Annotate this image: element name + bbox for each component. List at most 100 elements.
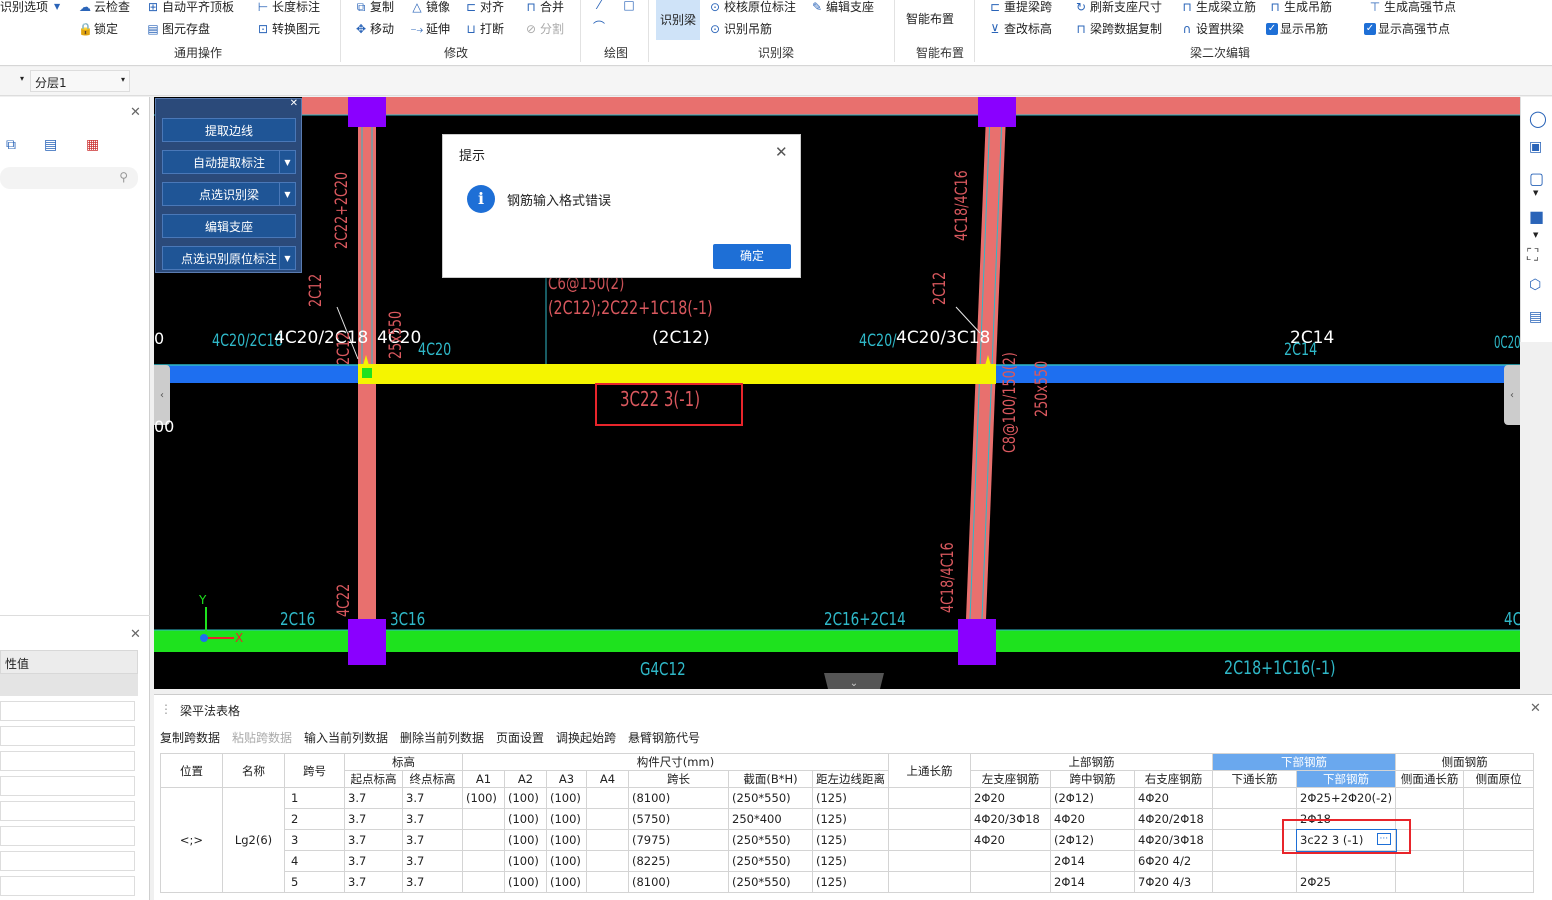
table-cell[interactable]: (125) <box>812 787 889 809</box>
table-cell[interactable]: 1 <box>284 787 345 809</box>
table-cell[interactable]: (125) <box>812 850 889 872</box>
table-cell[interactable] <box>462 829 505 851</box>
table-cell[interactable] <box>970 871 1051 893</box>
table-cell[interactable]: 2 <box>284 808 345 830</box>
cell-position[interactable]: <;> <box>160 787 223 893</box>
table-cell[interactable]: 2Φ20 <box>970 787 1051 809</box>
table-cell[interactable]: 3.7 <box>402 787 463 809</box>
table-cell[interactable]: (100) <box>504 871 547 893</box>
align-button[interactable]: ⊏ 对齐 <box>464 0 504 15</box>
right-collapse-handle[interactable]: ‹ <box>1504 365 1520 425</box>
prop-input[interactable] <box>0 751 135 771</box>
recognize-options-button[interactable]: 识别选项 ▼ <box>0 0 64 15</box>
table-cell[interactable]: 2Φ25+2Φ20(-2) <box>1295 787 1397 809</box>
prop-input[interactable] <box>0 851 135 871</box>
span-copy-button[interactable]: ⊓ 梁跨数据复制 <box>1074 20 1162 37</box>
cloud-check-button[interactable]: ☁ 云检查 <box>78 0 130 15</box>
table-cell[interactable]: (100) <box>546 829 587 851</box>
table-cell[interactable]: 3.7 <box>344 871 403 893</box>
table-cell[interactable] <box>462 871 505 893</box>
table-cell[interactable]: 4Φ20/2Φ18 <box>1134 808 1213 830</box>
recognize-hanger-button[interactable]: ⊙ 识别吊筋 <box>708 20 772 37</box>
column-purple[interactable] <box>348 97 386 127</box>
table-cell[interactable] <box>1463 787 1535 809</box>
refresh-support-button[interactable]: ↻ 刷新支座尺寸 <box>1074 0 1162 15</box>
save-element-button[interactable]: ▤ 图元存盘 <box>146 20 210 37</box>
table-cell[interactable]: (250*550) <box>728 787 813 809</box>
table-cell[interactable]: 2Φ14 <box>1050 871 1135 893</box>
table-cell[interactable]: 3.7 <box>344 850 403 872</box>
length-dimension-button[interactable]: ⊢ 长度标注 <box>256 0 320 15</box>
table-cell[interactable]: (250*550) <box>728 829 813 851</box>
convert-element-button[interactable]: ⊡ 转换图元 <box>256 20 320 37</box>
table-cell[interactable]: (125) <box>812 871 889 893</box>
move-button[interactable]: ✥ 移动 <box>354 20 394 37</box>
3d-view-icon[interactable]: ▣ <box>1529 139 1542 155</box>
table-cell[interactable] <box>1212 787 1297 809</box>
table-cell[interactable]: 3.7 <box>344 787 403 809</box>
table-cell[interactable] <box>462 850 505 872</box>
edit-support-button[interactable]: ✎ 编辑支座 <box>810 0 874 15</box>
table-cell[interactable]: (2Φ12) <box>1050 829 1135 851</box>
beam-selected-yellow[interactable] <box>358 364 996 384</box>
chevron-down-icon[interactable]: ▼ <box>279 183 295 205</box>
tree-view-icon[interactable]: ⧉ <box>6 137 16 153</box>
table-cell[interactable]: 3 <box>284 829 345 851</box>
lock-button[interactable]: 🔒 锁定 <box>78 20 118 37</box>
search-input[interactable]: ⚲ <box>0 167 138 189</box>
solid-cube-icon[interactable]: ■ <box>1529 207 1544 226</box>
rect-draw-icon[interactable]: □ <box>622 0 636 12</box>
extract-edge-button[interactable]: 提取边线 <box>162 118 296 142</box>
merge-button[interactable]: ⊓ 合并 <box>524 0 564 15</box>
table-cell[interactable] <box>586 871 629 893</box>
cube-icon[interactable]: ▢ <box>1529 169 1544 188</box>
copy-button[interactable]: ⧉ 复制 <box>354 0 394 15</box>
mirror-button[interactable]: △ 镜像 <box>410 0 450 15</box>
cantilever-code-button[interactable]: 悬臂钢筋代号 <box>628 729 700 746</box>
table-cell[interactable]: (100) <box>504 829 547 851</box>
properties-icon[interactable]: ▤ <box>1529 309 1542 325</box>
close-icon[interactable]: ✕ <box>1530 701 1541 716</box>
table-cell[interactable]: (8100) <box>628 871 729 893</box>
table-cell[interactable]: (7975) <box>628 829 729 851</box>
paste-span-data-button[interactable]: 粘贴跨数据 <box>232 729 292 746</box>
table-cell[interactable]: 4Φ20 <box>970 829 1051 851</box>
show-hanger-checkbox[interactable]: ✓ 显示吊筋 <box>1266 20 1328 37</box>
table-row[interactable]: <;> Lg2(6) 1 3.7 3.7 (100) (100) (100) (8100) (25… <box>160 787 1535 893</box>
table-cell[interactable] <box>888 787 971 809</box>
table-cell[interactable] <box>462 808 505 830</box>
table-cell[interactable]: 6Φ20 4/2 <box>1134 850 1213 872</box>
table-cell[interactable]: (125) <box>812 829 889 851</box>
table-cell[interactable] <box>1395 871 1465 893</box>
page-setup-button[interactable]: 页面设置 <box>496 729 544 746</box>
table-row[interactable]: 5 3.7 3.7 (100) (100) (8100) (250*550) (125) 2Φ1… <box>161 871 1535 893</box>
column-purple[interactable] <box>978 97 1016 127</box>
chevron-down-icon[interactable]: ⌄ <box>850 678 858 689</box>
point-recognize-annotation-button[interactable]: 点选识别原位标注 ▼ <box>162 246 296 270</box>
table-cell[interactable]: (100) <box>462 787 505 809</box>
reextract-span-button[interactable]: ⊏ 重提梁跨 <box>988 0 1052 15</box>
table-cell[interactable] <box>586 829 629 851</box>
table-cell[interactable]: 4Φ20 <box>1134 787 1213 809</box>
line-draw-icon[interactable]: ⁄ <box>592 0 606 12</box>
table-cell[interactable]: (8225) <box>628 850 729 872</box>
close-icon[interactable]: ✕ <box>130 105 141 120</box>
smart-layout-button[interactable]: 智能布置 <box>906 10 954 27</box>
recognize-beam-button[interactable]: 识别梁 <box>656 0 700 40</box>
prop-input[interactable] <box>0 701 135 721</box>
table-cell[interactable] <box>1212 871 1297 893</box>
table-cell[interactable] <box>586 850 629 872</box>
table-cell[interactable]: (100) <box>546 787 587 809</box>
table-cell[interactable]: (100) <box>504 808 547 830</box>
table-cell[interactable]: (100) <box>504 850 547 872</box>
table-cell[interactable] <box>888 829 971 851</box>
input-column-data-button[interactable]: 输入当前列数据 <box>304 729 388 746</box>
table-cell[interactable]: 3.7 <box>402 871 463 893</box>
left-collapse-handle[interactable]: ‹ <box>154 365 170 425</box>
table-cell[interactable]: 3.7 <box>402 829 463 851</box>
table-cell[interactable]: 2Φ25 <box>1295 871 1397 893</box>
chevron-down-icon[interactable]: ▼ <box>1533 231 1538 239</box>
table-cell[interactable]: (8100) <box>628 787 729 809</box>
table-cell[interactable]: 4Φ20 <box>1050 808 1135 830</box>
set-arch-beam-button[interactable]: ∩ 设置拱梁 <box>1180 20 1244 37</box>
